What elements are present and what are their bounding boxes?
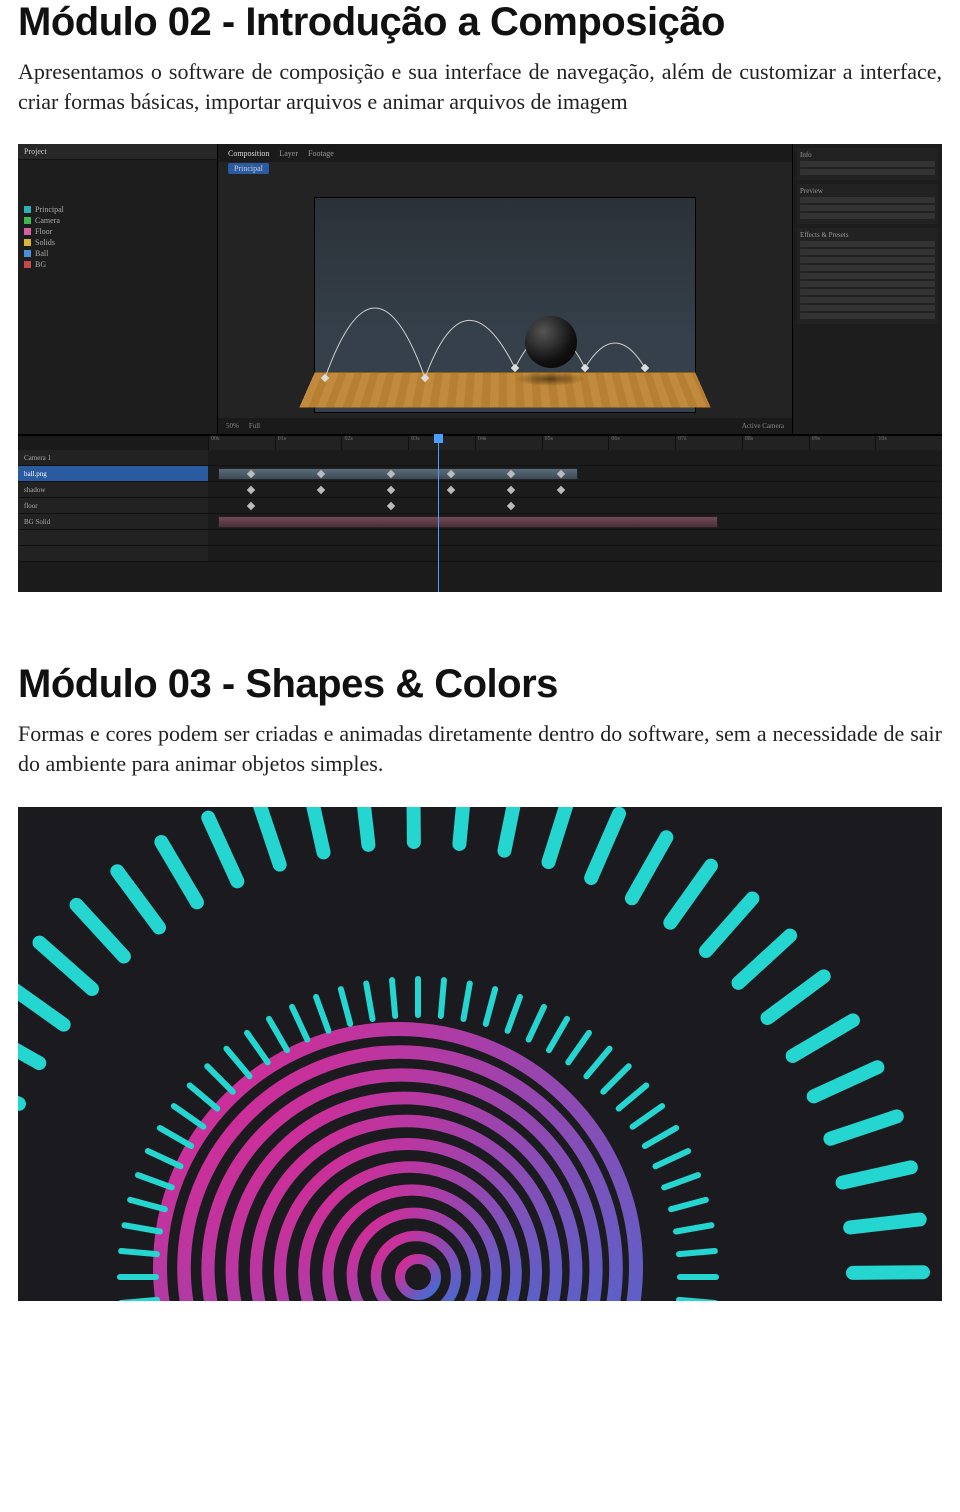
info-panel-label: Info [800,151,812,159]
stage-preview [315,198,695,412]
project-tab[interactable]: Project [24,147,47,156]
track-label[interactable]: floor [24,502,38,510]
timeline-ruler[interactable]: 00s01s02s03s04s05s06s07s08s09s10s [18,436,942,450]
project-item[interactable]: Ball [35,249,48,258]
layer-tab[interactable]: Layer [279,149,298,158]
resolution-control[interactable]: Full [249,422,260,430]
track-label[interactable]: ball.png [24,470,47,478]
viewport[interactable]: 50% Full Active Camera [218,176,792,434]
track-label[interactable]: Camera 1 [24,454,51,462]
playhead[interactable] [438,436,439,592]
module03-title: Módulo 03 - Shapes & Colors [18,662,942,707]
project-item[interactable]: BG [35,260,46,269]
project-item[interactable]: Solids [35,238,55,247]
zoom-control[interactable]: 50% [226,422,239,430]
camera-label[interactable]: Active Camera [742,422,784,430]
after-effects-screenshot: Project Principal Camera Floor Solids Ba… [18,144,942,592]
project-item[interactable]: Floor [35,227,52,236]
timeline-panel[interactable]: 00s01s02s03s04s05s06s07s08s09s10s Camera… [18,434,942,592]
comp-name-chip[interactable]: Principal [228,163,269,174]
project-item[interactable]: Camera [35,216,60,225]
shapes-colors-graphic [18,807,942,1301]
composition-panel[interactable]: Composition Layer Footage Principal [218,144,792,434]
motion-path [315,198,695,412]
effects-panel-label: Effects & Presets [800,231,848,239]
footage-tab[interactable]: Footage [308,149,334,158]
comp-tab[interactable]: Composition [228,149,269,158]
track-label[interactable]: BG Solid [24,518,50,526]
right-panels[interactable]: Info Preview Effects & Presets [792,144,942,434]
module02-body: Apresentamos o software de composição e … [18,57,942,116]
track-label[interactable]: shadow [24,486,45,494]
ball-graphic [525,316,577,368]
preview-panel-label: Preview [800,187,823,195]
module03-body: Formas e cores podem ser criadas e anima… [18,719,942,778]
project-panel[interactable]: Project Principal Camera Floor Solids Ba… [18,144,218,434]
project-item[interactable]: Principal [35,205,64,214]
module02-title: Módulo 02 - Introdução a Composição [18,0,942,45]
